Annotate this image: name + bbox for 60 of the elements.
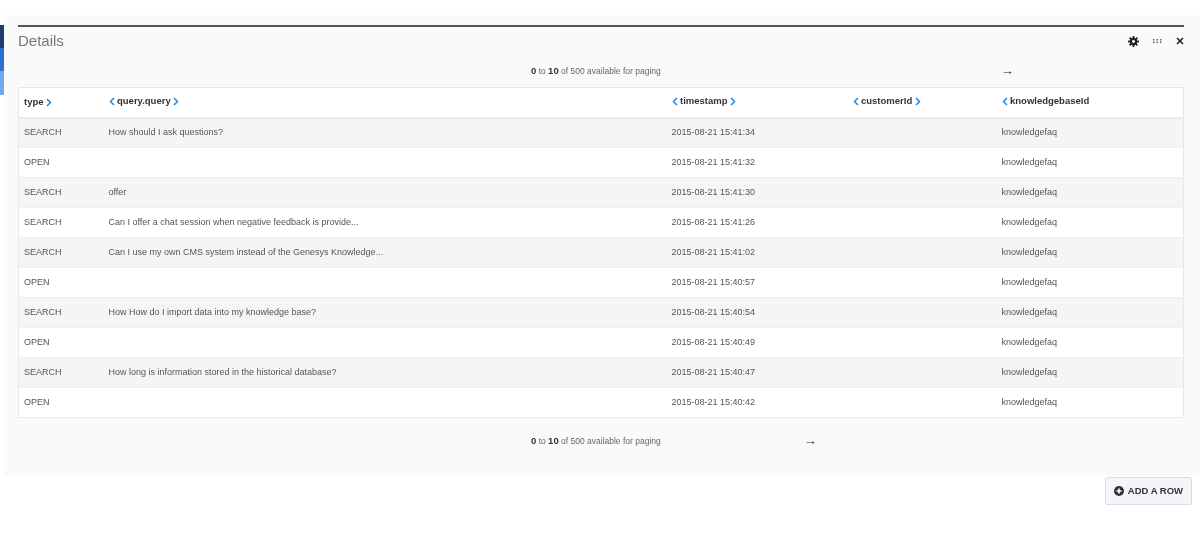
next-page-arrow[interactable]: → <box>1000 61 1014 81</box>
drag-handle-icon[interactable] <box>1153 39 1162 43</box>
column-header: customerId <box>861 94 913 109</box>
table-cell: SEARCH <box>24 366 62 377</box>
table-cell: 2015-08-21 15:41:32 <box>671 156 756 167</box>
table-cell: knowledgefaq <box>1001 396 1058 407</box>
close-icon[interactable] <box>1176 37 1184 45</box>
table-cell: How should I ask questions? <box>108 127 224 137</box>
move-left-icon[interactable] <box>852 96 859 106</box>
table-cell: 2015-08-21 15:41:02 <box>671 246 756 257</box>
table-cell: OPEN <box>24 156 50 167</box>
column-header: query.query <box>117 94 171 109</box>
settings-icon[interactable] <box>1128 35 1139 47</box>
table-cell: 2015-08-21 15:40:57 <box>671 276 756 287</box>
plus-circle-icon <box>1113 486 1124 497</box>
table-cell: SEARCH <box>24 306 62 317</box>
table-cell: 2015-08-21 15:40:49 <box>671 336 756 347</box>
move-right-icon[interactable] <box>46 97 53 107</box>
move-left-icon[interactable] <box>671 96 678 106</box>
add-row-button[interactable]: ADD A ROW <box>1104 477 1192 506</box>
paging-status: 0 to 10 of 500 available for paging <box>531 63 661 78</box>
table-cell: knowledgefaq <box>1001 127 1058 137</box>
table-cell: knowledgefaq <box>1001 306 1058 317</box>
paging-status: 0 to 10 of 500 available for paging <box>531 433 661 448</box>
table-cell: knowledgefaq <box>1001 246 1058 257</box>
table-cell: OPEN <box>24 396 50 407</box>
table-cell: Can I use my own CMS system instead of the Genesys Knowledge... <box>108 246 384 257</box>
table-cell: knowledgefaq <box>1001 186 1058 197</box>
column-header: type <box>24 95 44 110</box>
move-left-icon[interactable] <box>1001 96 1008 106</box>
table-cell: knowledgefaq <box>1001 216 1058 227</box>
panel-title: Details <box>18 30 64 51</box>
table-cell: OPEN <box>24 336 50 347</box>
move-right-icon[interactable] <box>914 96 921 106</box>
move-left-icon[interactable] <box>108 96 115 106</box>
table-cell: How long is information stored in the historical database? <box>108 366 337 377</box>
sidebar-strip <box>0 25 4 95</box>
table-cell: offer <box>108 186 127 197</box>
table-cell: 2015-08-21 15:41:30 <box>671 186 756 197</box>
move-right-icon[interactable] <box>730 96 736 106</box>
table-cell: Can I offer a chat session when negative feedback is provide... <box>108 216 359 227</box>
table-cell: 2015-08-21 15:40:42 <box>671 396 756 407</box>
column-header: timestamp <box>680 94 728 109</box>
table-cell: 2015-08-21 15:40:54 <box>671 306 756 317</box>
table-cell: OPEN <box>24 276 50 287</box>
table-cell: 2015-08-21 15:40:47 <box>671 366 756 377</box>
table-cell: knowledgefaq <box>1001 276 1058 287</box>
table-cell: How How do I import data into my knowledge base? <box>108 306 317 317</box>
table-cell: knowledgefaq <box>1001 156 1058 167</box>
move-right-icon[interactable] <box>173 96 180 106</box>
column-header: knowledgebaseId <box>1010 94 1090 109</box>
table-cell: SEARCH <box>24 216 62 227</box>
table-cell: 2015-08-21 15:41:34 <box>671 127 756 137</box>
table-cell: knowledgefaq <box>1001 336 1058 347</box>
next-page-arrow[interactable]: → <box>803 431 817 451</box>
table-cell: SEARCH <box>24 127 62 137</box>
table-cell: SEARCH <box>24 246 62 257</box>
table-cell: 2015-08-21 15:41:26 <box>671 216 756 227</box>
table-cell: SEARCH <box>24 186 62 197</box>
table-cell: knowledgefaq <box>1001 366 1058 377</box>
